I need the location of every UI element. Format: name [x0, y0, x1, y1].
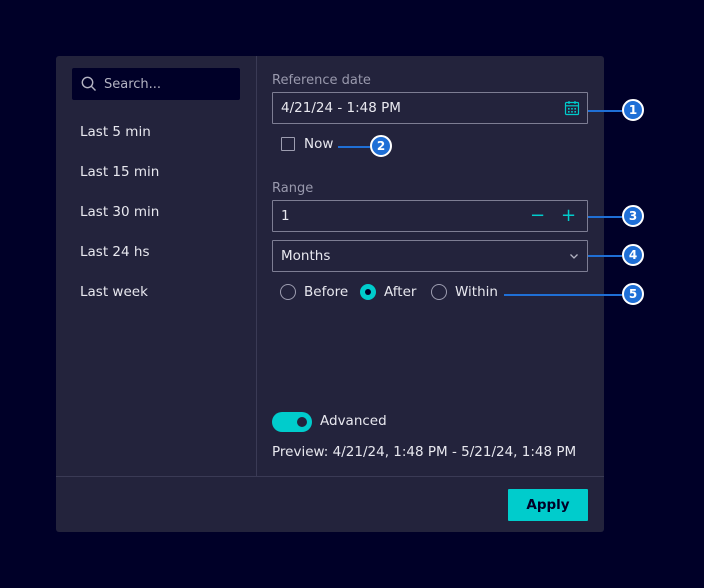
- decrement-button[interactable]: −: [530, 206, 545, 226]
- preset-last-5-min[interactable]: Last 5 min: [80, 124, 151, 140]
- callout-2: 2: [370, 135, 392, 157]
- callout-line-4: [588, 255, 622, 257]
- range-value: 1: [281, 208, 290, 224]
- preset-last-30-min[interactable]: Last 30 min: [80, 204, 159, 220]
- footer: Apply: [56, 476, 604, 533]
- search-icon: [81, 76, 96, 91]
- apply-button[interactable]: Apply: [508, 489, 588, 521]
- reference-date-field[interactable]: 4/21/24 - 1:48 PM: [272, 92, 588, 124]
- callout-line-2: [338, 146, 370, 148]
- callout-5: 5: [622, 283, 644, 305]
- now-label: Now: [304, 136, 334, 152]
- radio-after[interactable]: [360, 284, 376, 300]
- radio-before[interactable]: [280, 284, 296, 300]
- search-box: [72, 68, 240, 100]
- radio-within[interactable]: [431, 284, 447, 300]
- chevron-down-icon: [570, 254, 578, 259]
- callout-1: 1: [622, 99, 644, 121]
- callout-3: 3: [622, 205, 644, 227]
- callout-line-3: [588, 216, 622, 218]
- radio-before-label: Before: [304, 284, 349, 300]
- search-input[interactable]: [104, 68, 234, 100]
- radio-within-label: Within: [455, 284, 498, 300]
- increment-button[interactable]: +: [561, 206, 576, 226]
- preset-sidebar: Last 5 min Last 15 min Last 30 min Last …: [56, 56, 257, 476]
- callout-4: 4: [622, 244, 644, 266]
- now-checkbox[interactable]: [281, 137, 295, 151]
- range-stepper[interactable]: 1 − +: [272, 200, 588, 232]
- advanced-label: Advanced: [320, 413, 387, 429]
- range-label: Range: [272, 181, 314, 196]
- advanced-toggle[interactable]: [272, 412, 312, 432]
- preset-last-24-hs[interactable]: Last 24 hs: [80, 244, 149, 260]
- range-unit-select[interactable]: Months: [272, 240, 588, 272]
- radio-after-label: After: [384, 284, 417, 300]
- callout-line-5: [504, 294, 622, 296]
- preview-text: Preview: 4/21/24, 1:48 PM - 5/21/24, 1:4…: [272, 444, 577, 460]
- preset-last-week[interactable]: Last week: [80, 284, 148, 300]
- reference-date-value: 4/21/24 - 1:48 PM: [281, 100, 401, 116]
- reference-date-label: Reference date: [272, 73, 371, 88]
- preset-last-15-min[interactable]: Last 15 min: [80, 164, 159, 180]
- range-unit-value: Months: [281, 248, 331, 264]
- callout-line-1: [588, 110, 622, 112]
- calendar-icon[interactable]: [564, 100, 580, 116]
